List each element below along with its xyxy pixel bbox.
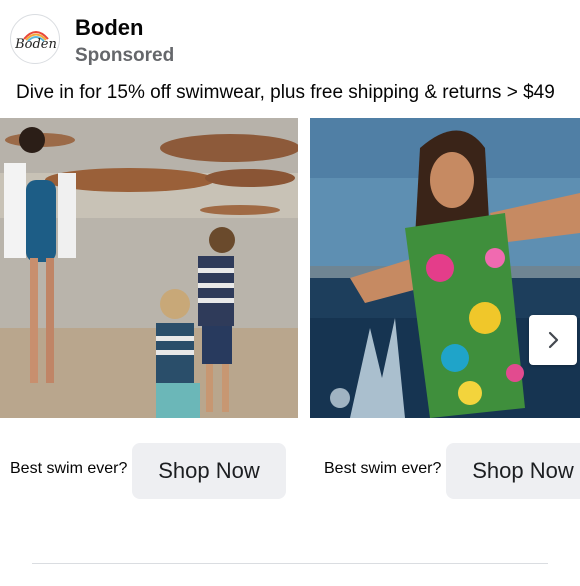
- sponsored-label[interactable]: Sponsored: [75, 45, 174, 67]
- cta-text: Best swim ever?: [10, 460, 128, 477]
- brand-avatar[interactable]: Boden: [10, 14, 60, 64]
- cta-row: Best swim ever? Shop Now: [0, 418, 298, 500]
- brand-name[interactable]: Boden: [75, 15, 143, 41]
- chevron-right-icon: [548, 331, 559, 349]
- carousel-card-1[interactable]: Best swim ever? Shop Now: [0, 118, 298, 500]
- carousel-card-2[interactable]: Best swim ever? Shop Now: [310, 118, 580, 500]
- beach-family-photo[interactable]: [0, 118, 298, 418]
- cta-row: Best swim ever? Shop Now: [310, 418, 580, 500]
- logo-text: Boden: [14, 37, 57, 52]
- shop-now-button[interactable]: Shop Now: [132, 443, 286, 499]
- woman-splashing-water-photo[interactable]: [310, 118, 580, 418]
- post-header: Boden Boden Sponsored: [10, 14, 570, 68]
- boden-logo-icon: Boden: [14, 31, 57, 52]
- divider: [32, 563, 548, 564]
- shop-now-button[interactable]: Shop Now: [446, 443, 580, 499]
- carousel-next-button[interactable]: [529, 315, 577, 365]
- cta-text: Best swim ever?: [324, 460, 442, 477]
- post-caption: Dive in for 15% off swimwear, plus free …: [16, 82, 555, 103]
